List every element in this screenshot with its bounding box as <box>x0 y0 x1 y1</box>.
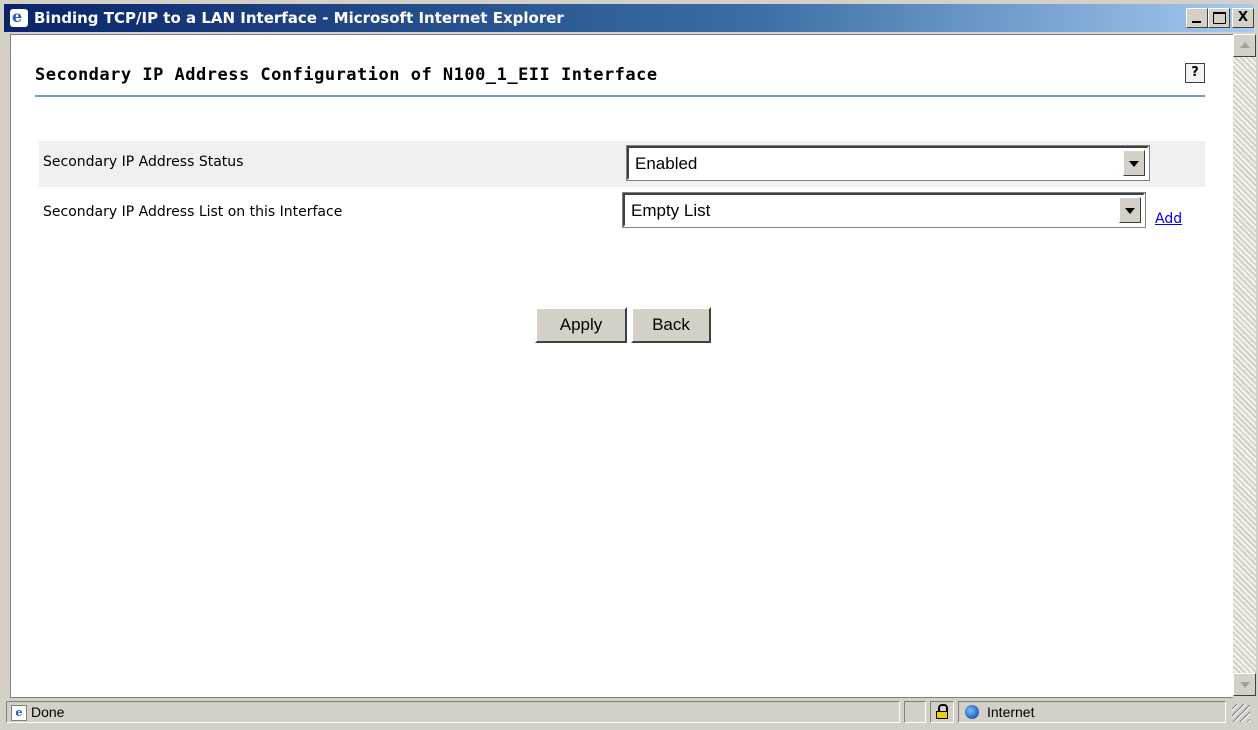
chevron-down-icon <box>1240 682 1250 688</box>
address-list-label: Secondary IP Address List on this Interf… <box>43 204 343 220</box>
chevron-down-icon <box>1125 208 1135 214</box>
title-bar[interactable]: e Binding TCP/IP to a LAN Interface - Mi… <box>4 4 1254 32</box>
ie-logo-icon: e <box>10 7 28 27</box>
add-link[interactable]: Add <box>1155 211 1182 227</box>
status-dropdown-button[interactable] <box>1123 150 1145 176</box>
help-icon[interactable]: ? <box>1185 63 1205 83</box>
vertical-scrollbar[interactable] <box>1233 34 1256 696</box>
scroll-down-button[interactable] <box>1233 673 1256 696</box>
status-row: Secondary IP Address Status Enabled <box>39 141 1205 187</box>
lock-icon <box>935 704 949 720</box>
address-list-dropdown-button[interactable] <box>1119 197 1141 223</box>
close-icon: X <box>1237 10 1249 25</box>
status-select[interactable]: Enabled <box>626 145 1150 181</box>
close-button[interactable]: X <box>1232 8 1254 28</box>
globe-icon <box>965 705 979 719</box>
minimize-icon <box>1192 21 1201 23</box>
minimize-button[interactable] <box>1186 8 1208 28</box>
address-list-select[interactable]: Empty List <box>622 192 1146 228</box>
apply-button[interactable]: Apply <box>535 307 627 343</box>
page-content: Secondary IP Address Configuration of N1… <box>10 34 1233 698</box>
status-label: Secondary IP Address Status <box>43 154 244 170</box>
window-title: Binding TCP/IP to a LAN Interface - Micr… <box>34 9 564 27</box>
browser-window: e Binding TCP/IP to a LAN Interface - Mi… <box>0 0 1258 730</box>
maximize-icon <box>1213 12 1226 24</box>
address-list-row: Secondary IP Address List on this Interf… <box>39 191 1205 237</box>
status-pane-main: e Done <box>6 701 900 723</box>
status-select-value: Enabled <box>635 154 698 173</box>
chevron-up-icon <box>1240 42 1250 48</box>
page-icon: e <box>11 705 27 721</box>
scroll-up-button[interactable] <box>1233 34 1256 57</box>
back-button[interactable]: Back <box>631 307 711 343</box>
page-title: Secondary IP Address Configuration of N1… <box>35 65 658 85</box>
zone-text: Internet <box>987 704 1035 720</box>
status-pane-empty <box>904 701 926 723</box>
title-divider <box>35 95 1205 97</box>
maximize-button[interactable] <box>1208 8 1230 28</box>
status-text: Done <box>31 704 65 720</box>
chevron-down-icon <box>1129 161 1139 167</box>
resize-grip-icon[interactable] <box>1232 704 1250 722</box>
status-bar: e Done Internet <box>4 698 1254 726</box>
status-pane-security <box>930 701 954 723</box>
status-pane-zone: Internet <box>958 701 1226 723</box>
address-list-select-value: Empty List <box>631 201 711 220</box>
